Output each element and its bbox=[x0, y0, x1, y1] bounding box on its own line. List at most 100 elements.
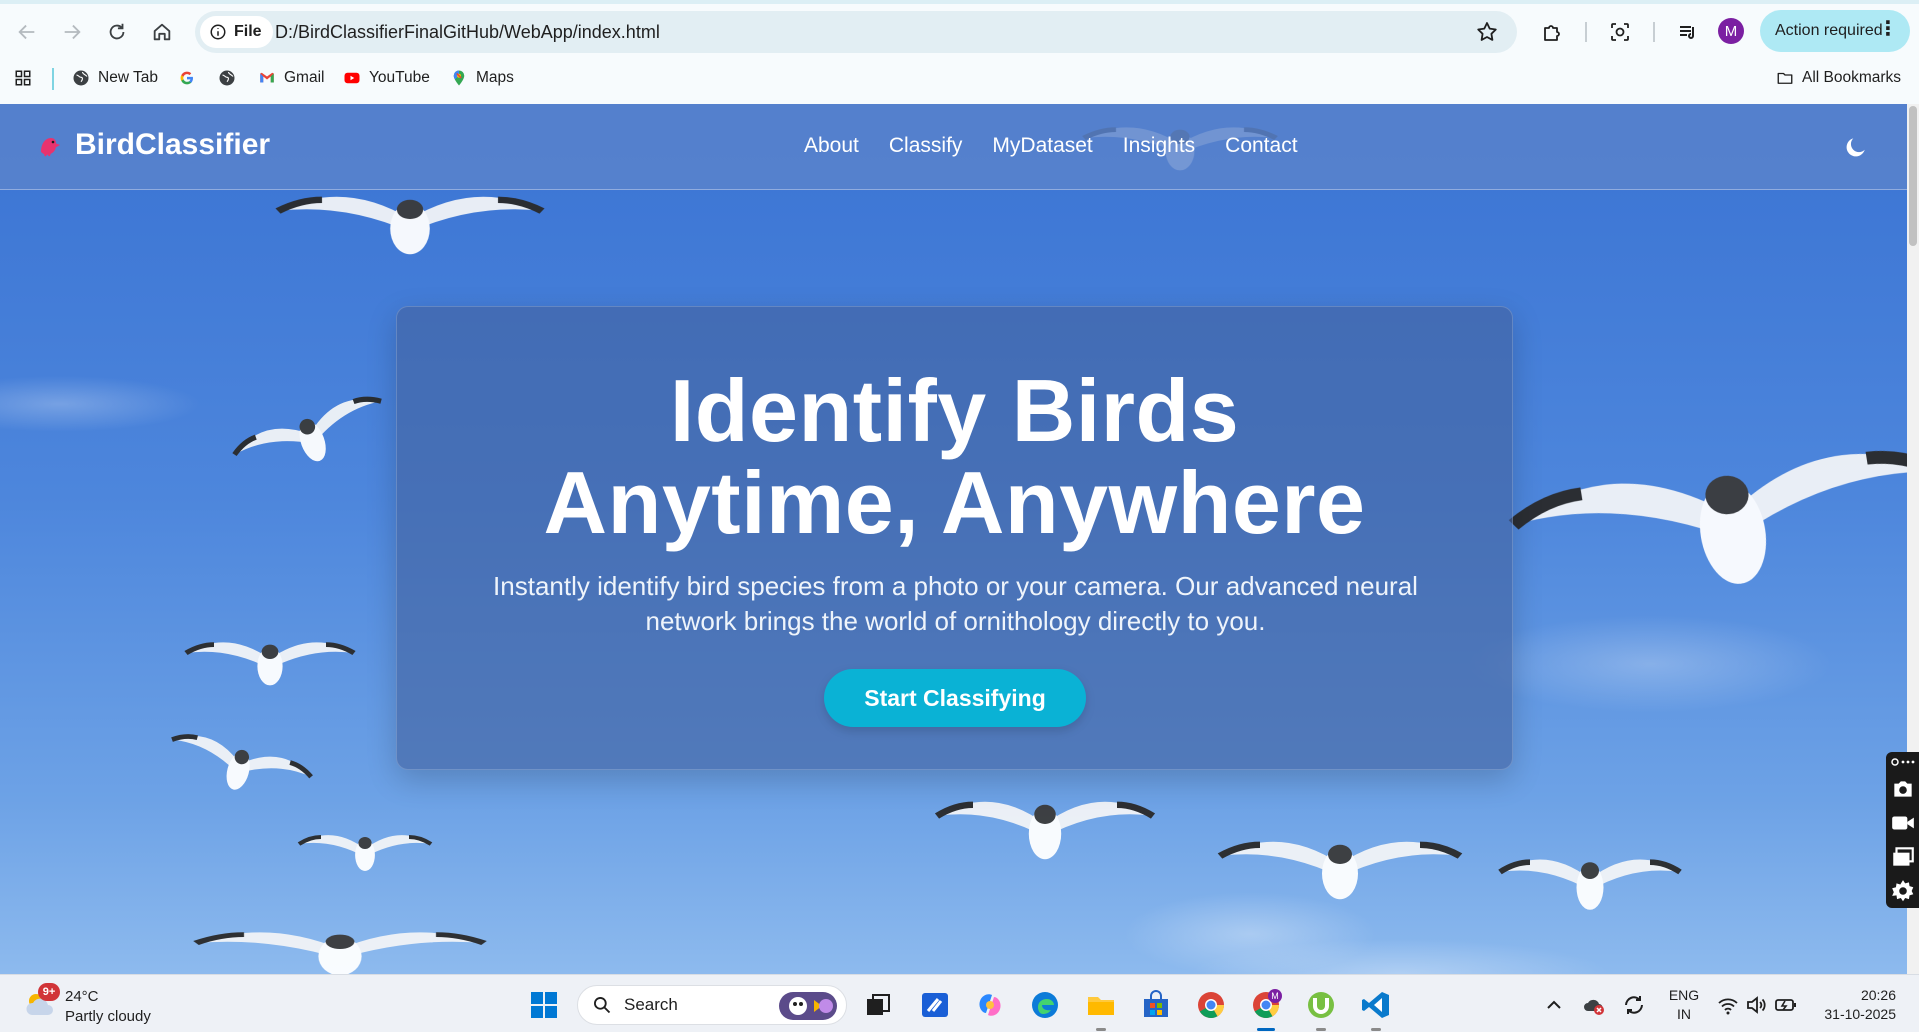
pin-icon[interactable] bbox=[1890, 754, 1916, 770]
system-clock[interactable]: 20:26 31-10-2025 bbox=[1812, 986, 1896, 1024]
tab-strip-edge bbox=[0, 0, 1919, 4]
page-viewport: BirdClassifier About Classify MyDataset … bbox=[0, 104, 1907, 974]
camera-icon[interactable] bbox=[1890, 776, 1916, 802]
volume-icon[interactable] bbox=[1744, 993, 1768, 1017]
nav-link-about[interactable]: About bbox=[804, 134, 859, 158]
taskbar-app-chrome-profile[interactable]: M bbox=[1248, 987, 1284, 1031]
scrollbar-thumb[interactable] bbox=[1909, 106, 1917, 246]
taskbar-app-edge[interactable] bbox=[1027, 987, 1063, 1023]
main-nav: About Classify MyDataset Insights Contac… bbox=[804, 134, 1298, 158]
weather-widget[interactable]: 9+ 24°C Partly cloudy bbox=[22, 983, 182, 1027]
bookmark-google[interactable] bbox=[178, 66, 196, 90]
bookmark-gmail[interactable]: Gmail bbox=[258, 66, 324, 90]
brand-logo[interactable]: BirdClassifier bbox=[35, 128, 270, 162]
chevron-up-icon[interactable] bbox=[1542, 993, 1566, 1017]
weather-temperature: 24°C bbox=[65, 988, 99, 1005]
video-camera-icon[interactable] bbox=[1890, 810, 1916, 836]
chrome-profile-badge: M bbox=[1271, 991, 1279, 1001]
reload-icon bbox=[109, 23, 125, 40]
nav-link-classify[interactable]: Classify bbox=[889, 134, 963, 158]
halloween-search-art-icon bbox=[779, 992, 837, 1020]
all-bookmarks-label: All Bookmarks bbox=[1802, 69, 1902, 86]
site-navbar: BirdClassifier About Classify MyDataset … bbox=[0, 104, 1907, 190]
chrome-icon: M bbox=[1253, 989, 1282, 1019]
settings-gear-icon[interactable] bbox=[1890, 878, 1916, 904]
toolbar-divider bbox=[1585, 22, 1587, 42]
all-bookmarks-button[interactable]: All Bookmarks bbox=[1776, 66, 1901, 90]
toolbar-divider bbox=[1653, 22, 1655, 42]
language-indicator[interactable]: ENG IN bbox=[1666, 986, 1702, 1024]
bookmarks-bar: New Tab Gmail YouTube Maps All Bookmarks bbox=[0, 62, 1919, 94]
nav-link-insights[interactable]: Insights bbox=[1123, 134, 1195, 158]
battery-icon[interactable] bbox=[1774, 993, 1798, 1017]
bookmark-globe[interactable] bbox=[218, 66, 236, 90]
taskbar-app-vscode[interactable] bbox=[1358, 987, 1394, 1031]
folder-icon bbox=[1088, 997, 1114, 1015]
bookmark-label: Gmail bbox=[284, 69, 325, 86]
search-icon bbox=[594, 997, 611, 1014]
reading-list-button[interactable] bbox=[1673, 17, 1703, 47]
extensions-button[interactable] bbox=[1537, 17, 1567, 47]
edge-icon bbox=[1032, 992, 1058, 1018]
bookmark-youtube[interactable]: YouTube bbox=[343, 66, 430, 90]
sync-icon[interactable] bbox=[1622, 993, 1646, 1017]
apps-button[interactable] bbox=[14, 66, 32, 90]
profile-avatar[interactable]: M bbox=[1718, 18, 1744, 44]
back-button[interactable] bbox=[10, 15, 44, 49]
lens-button[interactable] bbox=[1605, 17, 1635, 47]
bookmarks-divider bbox=[52, 68, 54, 90]
capture-toolbar bbox=[1886, 752, 1919, 908]
taskbar-app-store[interactable] bbox=[1138, 987, 1174, 1023]
globe-icon bbox=[219, 70, 235, 86]
moon-icon[interactable] bbox=[1843, 134, 1869, 160]
bookmark-maps[interactable]: Maps bbox=[450, 66, 514, 90]
action-required-label: Action required bbox=[1775, 22, 1883, 39]
info-icon bbox=[210, 24, 226, 40]
windows-icon[interactable] bbox=[1890, 844, 1916, 870]
bookmark-label: Maps bbox=[476, 69, 514, 86]
start-classifying-button[interactable]: Start Classifying bbox=[824, 669, 1086, 727]
action-required-button[interactable]: Action required ⋮ bbox=[1760, 10, 1910, 52]
wifi-icon[interactable] bbox=[1716, 993, 1740, 1017]
start-button[interactable] bbox=[526, 987, 562, 1023]
taskbar-app-chrome[interactable] bbox=[1193, 987, 1229, 1023]
arrow-left-icon bbox=[18, 24, 35, 40]
bookmark-label: YouTube bbox=[369, 69, 430, 86]
youtube-icon bbox=[344, 72, 360, 84]
taskbar-app-file-explorer[interactable] bbox=[1083, 987, 1119, 1031]
more-vert-icon: ⋮ bbox=[1878, 18, 1898, 40]
weather-condition: Partly cloudy bbox=[65, 1008, 151, 1025]
cloud-sync-error-icon[interactable] bbox=[1582, 993, 1606, 1017]
clock-date: 31-10-2025 bbox=[1824, 1006, 1896, 1022]
url-text[interactable]: D:/BirdClassifierFinalGitHub/WebApp/inde… bbox=[275, 22, 660, 43]
chrome-icon bbox=[1198, 992, 1225, 1019]
globe-icon bbox=[73, 70, 89, 86]
bookmark-new-tab[interactable]: New Tab bbox=[72, 66, 158, 90]
bird-logo-icon bbox=[41, 138, 60, 157]
reload-button[interactable] bbox=[100, 15, 134, 49]
address-bar[interactable]: File D:/BirdClassifierFinalGitHub/WebApp… bbox=[195, 11, 1517, 53]
bookmark-label: New Tab bbox=[98, 69, 159, 86]
nav-link-contact[interactable]: Contact bbox=[1225, 134, 1297, 158]
maps-icon bbox=[453, 70, 465, 86]
task-view-button[interactable] bbox=[860, 987, 896, 1023]
language-code: ENG bbox=[1668, 987, 1700, 1003]
browser-toolbar: File D:/BirdClassifierFinalGitHub/WebApp… bbox=[0, 0, 1919, 104]
taskbar-search[interactable]: Search bbox=[577, 985, 847, 1025]
hero-title-line-2: Anytime, Anywhere bbox=[543, 453, 1366, 552]
taskbar-app-copilot[interactable] bbox=[972, 987, 1008, 1023]
home-button[interactable] bbox=[145, 15, 179, 49]
bookmark-star-icon[interactable] bbox=[1475, 20, 1499, 44]
home-icon bbox=[153, 23, 171, 41]
utorrent-icon bbox=[1308, 992, 1334, 1018]
nav-link-mydataset[interactable]: MyDataset bbox=[992, 134, 1092, 158]
hero-subtitle: Instantly identify bird species from a p… bbox=[457, 569, 1454, 639]
region-code: IN bbox=[1677, 1006, 1691, 1022]
site-info-chip[interactable]: File bbox=[200, 16, 273, 48]
forward-button[interactable] bbox=[55, 15, 89, 49]
taskbar-app-utorrent[interactable] bbox=[1303, 987, 1339, 1031]
running-indicator bbox=[1096, 1028, 1106, 1031]
taskbar-app-ide[interactable] bbox=[917, 987, 953, 1023]
search-placeholder: Search bbox=[624, 995, 678, 1014]
task-view-icon bbox=[867, 994, 890, 1015]
